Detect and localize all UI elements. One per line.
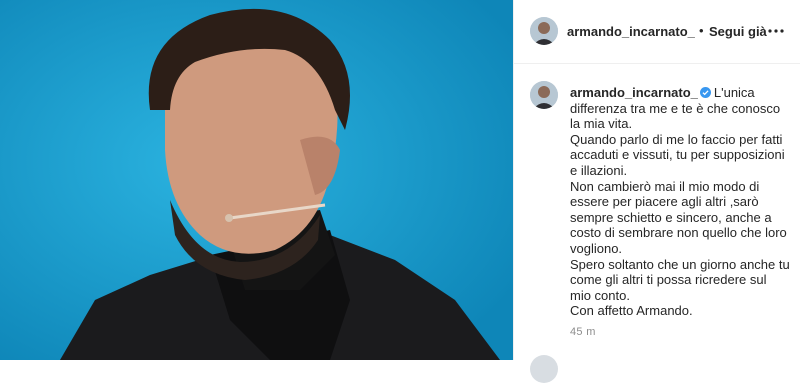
caption-line: Con affetto Armando.: [570, 303, 693, 319]
verified-badge-icon: [699, 87, 711, 98]
header-username[interactable]: armando_incarnato_: [567, 24, 695, 39]
caption-line: Quando parlo di me lo faccio per fatti a…: [570, 131, 785, 178]
avatar[interactable]: [530, 81, 558, 109]
caption-text: armando_incarnato_ L'unica differenza tr…: [570, 85, 790, 319]
caption-comment: armando_incarnato_ L'unica differenza tr…: [514, 64, 800, 360]
caption-line: Spero soltanto che un giorno anche tu co…: [570, 256, 790, 303]
caption-username[interactable]: armando_incarnato_: [570, 85, 698, 100]
post-sidebar: armando_incarnato_ • Segui già armando_i…: [514, 0, 800, 383]
caption-line: Non cambierò mai il mio modo di essere p…: [570, 178, 787, 256]
separator-dot: •: [699, 23, 704, 38]
next-comment-avatar[interactable]: [530, 355, 558, 383]
avatar[interactable]: [530, 17, 558, 45]
post-photo[interactable]: [0, 0, 513, 360]
more-horizontal-icon[interactable]: [767, 22, 785, 40]
portrait-image: [0, 0, 513, 360]
following-button[interactable]: Segui già: [709, 24, 767, 39]
post-header: armando_incarnato_ • Segui già: [514, 0, 800, 64]
post-timestamp[interactable]: 45 m: [570, 326, 596, 338]
